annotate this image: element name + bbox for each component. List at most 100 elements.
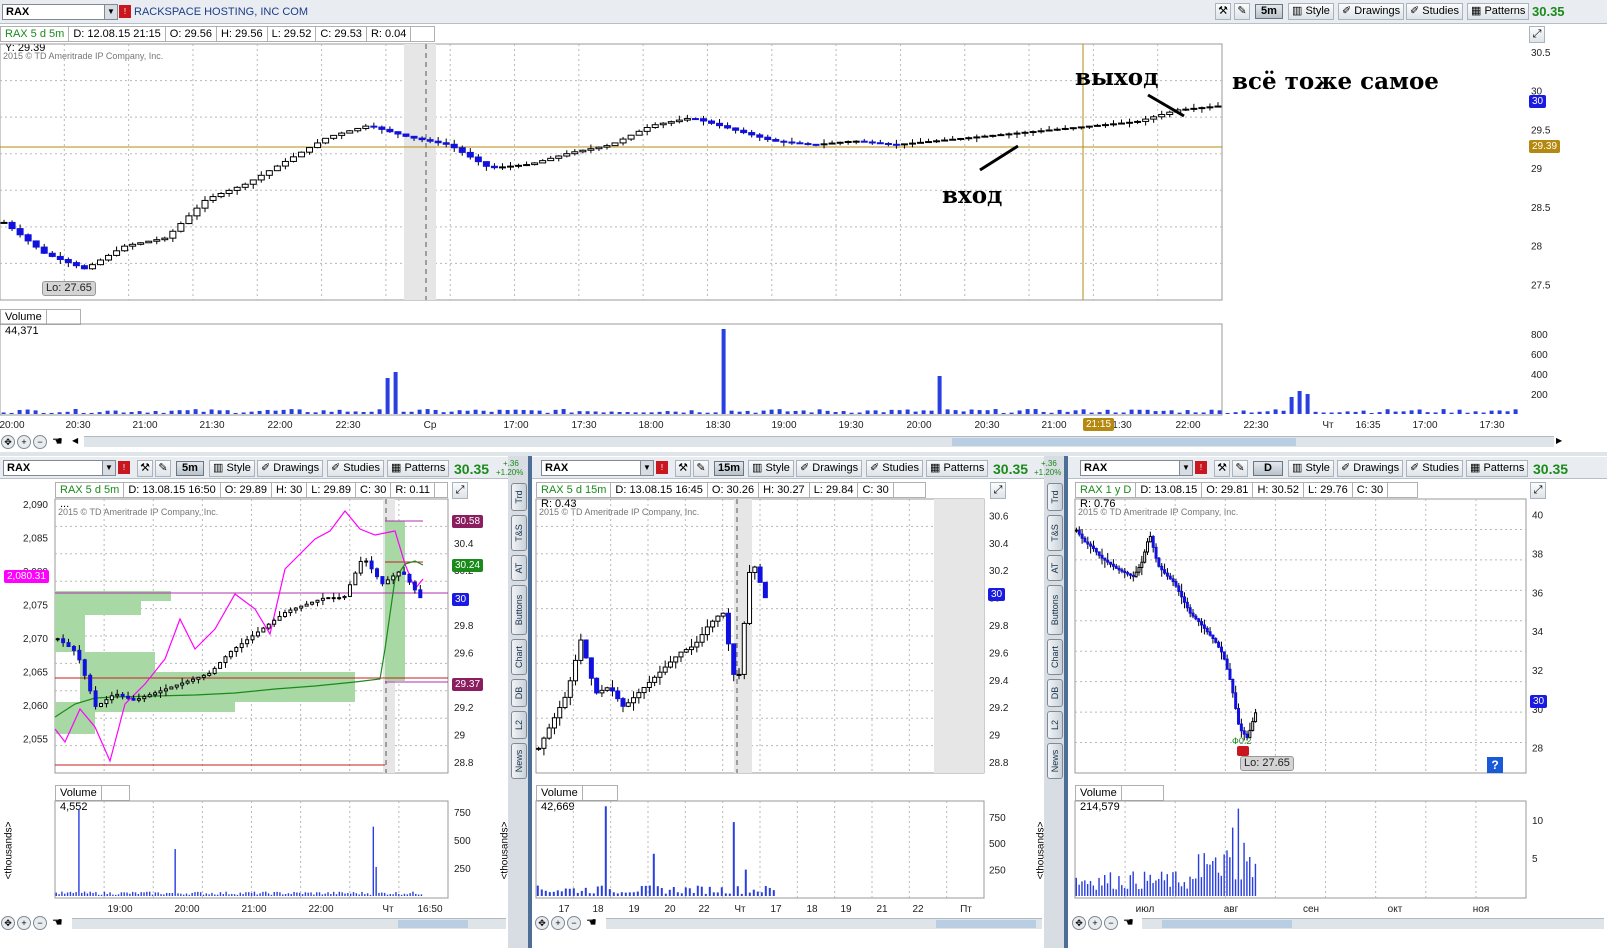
zoom-in-icon[interactable]: + [1088, 916, 1102, 930]
volume-bar [1225, 412, 1230, 414]
side-tab-buttons[interactable]: Buttons [511, 585, 527, 635]
maximize-icon[interactable]: ⤢ [1530, 482, 1546, 499]
alert-icon[interactable]: ! [656, 461, 668, 474]
panel1-patterns-button[interactable]: ▦ Patterns [387, 460, 450, 477]
zoom-in-icon[interactable]: + [17, 435, 31, 449]
chevron-down-icon[interactable]: ▼ [104, 5, 117, 19]
settings-icon[interactable]: ✎ [1232, 460, 1248, 477]
panel3-drawings-button[interactable]: ✐ Drawings [1337, 460, 1404, 477]
hand-icon[interactable]: ☚ [52, 915, 63, 929]
chevron-down-icon[interactable]: ▼ [640, 461, 653, 475]
candle-body [55, 638, 60, 641]
panel3-scrollbar[interactable] [1142, 918, 1604, 929]
volume-bar [1489, 410, 1494, 414]
panel3-studies-button[interactable]: ✐ Studies [1406, 460, 1463, 477]
hand-icon[interactable]: ☚ [52, 434, 63, 448]
side-tab-at[interactable]: AT [511, 555, 527, 581]
panel1-scrollbar[interactable] [72, 918, 506, 929]
panel2-patterns-button[interactable]: ▦ Patterns [926, 460, 989, 477]
side-tab-l2[interactable]: L2 [511, 711, 527, 739]
panel2-symbol-input[interactable]: RAX ▼ [541, 460, 654, 476]
settings-icon[interactable]: ✎ [1234, 3, 1250, 20]
side-tab-l2[interactable]: L2 [1047, 711, 1063, 739]
settings-icon[interactable]: ✎ [693, 460, 709, 477]
patterns-button[interactable]: ▦ Patterns [1467, 3, 1530, 20]
pan-icon[interactable]: ✥ [1072, 916, 1086, 930]
maximize-icon[interactable]: ⤢ [452, 482, 468, 499]
panel1-drawings-button[interactable]: ✐ Drawings [257, 460, 324, 477]
side-tab-news[interactable]: News [511, 743, 527, 779]
panel1-studies-button[interactable]: ✐ Studies [327, 460, 384, 477]
panel1-style-button[interactable]: ▥ Style [209, 460, 255, 477]
side-tab-ts[interactable]: T&S [1047, 515, 1063, 551]
side-tab-buttons[interactable]: Buttons [1047, 585, 1063, 635]
side-tab-news[interactable]: News [1047, 743, 1063, 779]
alert-icon[interactable]: ! [119, 5, 131, 18]
alert-icon[interactable]: ! [118, 461, 130, 474]
volume-bar [1121, 412, 1126, 414]
volume-bar [1112, 888, 1114, 896]
maximize-icon[interactable]: ⤢ [990, 482, 1006, 499]
panel3-timeframe-button[interactable]: D [1253, 461, 1283, 476]
settings-icon[interactable]: ✎ [155, 460, 171, 477]
pan-icon[interactable]: ✥ [535, 916, 549, 930]
link-icon[interactable]: ⚒ [675, 460, 691, 477]
scroll-thumb[interactable] [936, 920, 1036, 928]
top-scrollbar[interactable] [84, 436, 1554, 447]
side-tab-trd[interactable]: Trd [511, 483, 527, 511]
panel2-drawings-button[interactable]: ✐ Drawings [796, 460, 863, 477]
maximize-icon[interactable]: ⤢ [1529, 26, 1545, 43]
scroll-thumb[interactable] [398, 920, 468, 928]
side-tab-at[interactable]: AT [1047, 555, 1063, 581]
side-tab-db[interactable]: DB [511, 679, 527, 707]
link-icon[interactable]: ⚒ [137, 460, 153, 477]
time-label: 17:30 [571, 420, 596, 431]
side-tab-ts[interactable]: T&S [511, 515, 527, 551]
pan-icon[interactable]: ✥ [1, 435, 15, 449]
scroll-left-icon[interactable]: ◀ [72, 436, 78, 445]
volume-bar [1257, 411, 1262, 414]
scroll-thumb[interactable] [952, 438, 1296, 446]
zoom-in-icon[interactable]: + [17, 916, 31, 930]
alert-icon[interactable]: ! [1195, 461, 1207, 474]
panel3-patterns-button[interactable]: ▦ Patterns [1466, 460, 1529, 477]
candle-body [306, 147, 314, 153]
volume-tick: 5 [1532, 854, 1538, 865]
help-icon[interactable]: ? [1487, 757, 1503, 773]
zoom-out-icon[interactable]: − [1104, 916, 1118, 930]
timeframe-button[interactable]: 5m [1255, 4, 1283, 19]
side-tab-chart[interactable]: Chart [1047, 639, 1063, 675]
scroll-right-icon[interactable]: ▶ [1556, 436, 1562, 445]
zoom-out-icon[interactable]: − [567, 916, 581, 930]
pan-icon[interactable]: ✥ [1, 916, 15, 930]
style-button[interactable]: ▥ Style [1288, 3, 1334, 20]
symbol-input[interactable]: RAX ▼ [2, 4, 118, 20]
panel2-timeframe-button[interactable]: 15m [714, 461, 744, 476]
panel3-symbol-input[interactable]: RAX ▼ [1080, 460, 1193, 476]
link-icon[interactable]: ⚒ [1215, 3, 1231, 20]
hand-icon[interactable]: ☚ [1123, 915, 1134, 929]
chevron-down-icon[interactable]: ▼ [1179, 461, 1192, 475]
zoom-out-icon[interactable]: − [33, 916, 47, 930]
side-tab-trd[interactable]: Trd [1047, 483, 1063, 511]
panel3-style-button[interactable]: ▥ Style [1288, 460, 1334, 477]
hand-icon[interactable]: ☚ [586, 915, 597, 929]
scroll-thumb[interactable] [1162, 920, 1292, 928]
chevron-down-icon[interactable]: ▼ [102, 461, 115, 475]
panel2-style-button[interactable]: ▥ Style [748, 460, 794, 477]
panel1-symbol-input[interactable]: RAX ▼ [3, 460, 116, 476]
side-tab-db[interactable]: DB [1047, 679, 1063, 707]
panel2-scrollbar[interactable] [606, 918, 1042, 929]
volume-bar [112, 894, 114, 896]
zoom-in-icon[interactable]: + [551, 916, 565, 930]
panel1-timeframe-button[interactable]: 5m [176, 461, 204, 476]
volume-bar [1126, 888, 1129, 896]
link-icon[interactable]: ⚒ [1214, 460, 1230, 477]
zoom-out-icon[interactable]: − [33, 435, 47, 449]
studies-button[interactable]: ✐ Studies [1406, 3, 1463, 20]
drawings-button[interactable]: ✐ Drawings [1338, 3, 1405, 20]
volume-bar [681, 412, 686, 414]
panel2-studies-button[interactable]: ✐ Studies [866, 460, 923, 477]
side-tab-chart[interactable]: Chart [511, 639, 527, 675]
candle-body [1111, 563, 1115, 567]
